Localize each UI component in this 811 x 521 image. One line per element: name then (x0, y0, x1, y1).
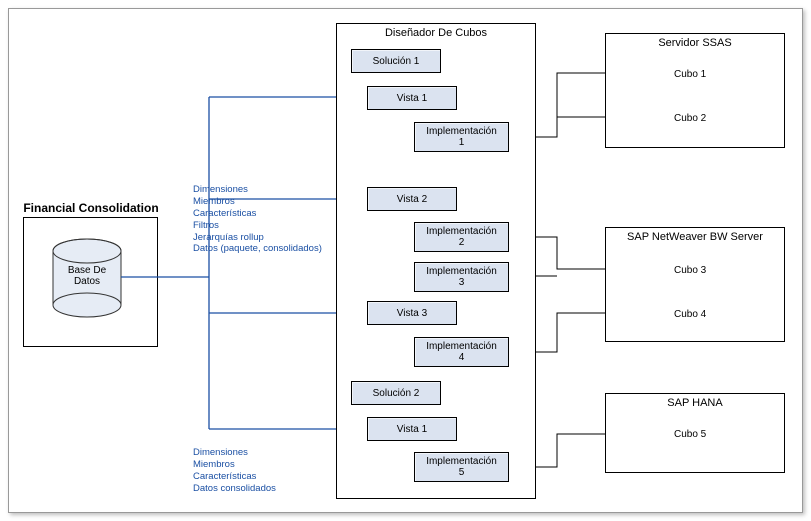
box-solucion-1: Solución 1 (351, 49, 441, 73)
bw-panel: SAP NetWeaver BW Server (605, 227, 785, 342)
box-vista-2: Vista 2 (367, 187, 457, 211)
box-vista-3: Vista 3 (367, 301, 457, 325)
box-solucion-2: Solución 2 (351, 381, 441, 405)
ssas-panel: Servidor SSAS (605, 33, 785, 148)
box-imp-1: Implementación1 (414, 122, 509, 152)
label-cubo-3: Cubo 3 (674, 265, 706, 276)
database-label: Base DeDatos (57, 265, 117, 287)
designer-title: Diseñador De Cubos (337, 27, 535, 39)
annotation-bottom: DimensionesMiembrosCaracterísticasDatos … (193, 447, 343, 495)
label-cubo-4: Cubo 4 (674, 309, 706, 320)
box-vista-1b: Vista 1 (367, 417, 457, 441)
box-imp-3: Implementación3 (414, 262, 509, 292)
label-cubo-5: Cubo 5 (674, 429, 706, 440)
label-cubo-1: Cubo 1 (674, 69, 706, 80)
annotation-top: DimensionesMiembrosCaracterísticasFiltro… (193, 184, 343, 255)
box-imp-4: Implementación4 (414, 337, 509, 367)
ssas-title: Servidor SSAS (606, 37, 784, 49)
financial-consolidation-title: Financial Consolidation (21, 201, 161, 215)
diagram-frame: Financial Consolidation (8, 8, 803, 513)
bw-title: SAP NetWeaver BW Server (606, 231, 784, 243)
hana-title: SAP HANA (606, 397, 784, 409)
box-vista-1a: Vista 1 (367, 86, 457, 110)
box-imp-2: Implementación2 (414, 222, 509, 252)
box-imp-5: Implementación5 (414, 452, 509, 482)
label-cubo-2: Cubo 2 (674, 113, 706, 124)
